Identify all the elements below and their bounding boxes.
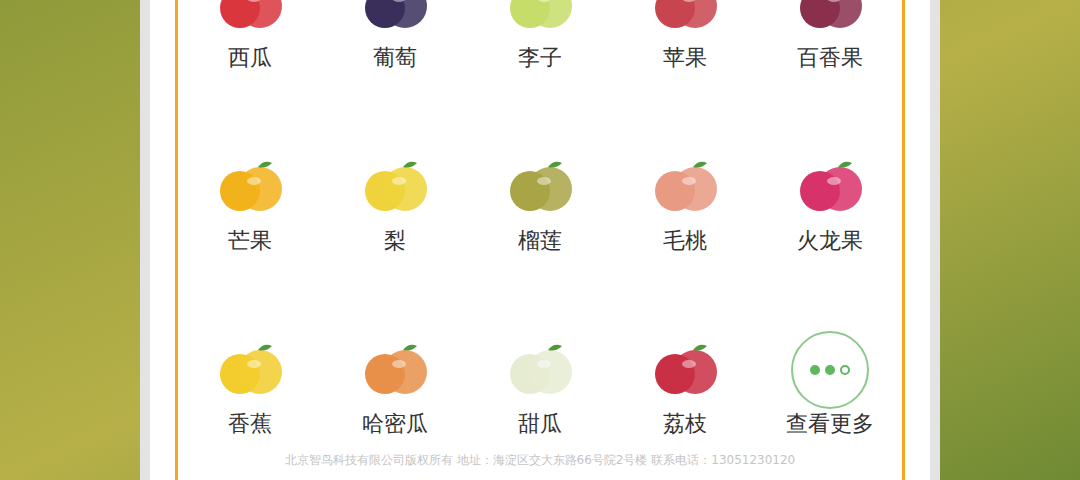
fruit-icon bbox=[357, 0, 433, 34]
fruit-label: 查看更多 bbox=[786, 410, 874, 438]
fruit-icon bbox=[357, 340, 433, 400]
fruit-item[interactable]: 哈密瓜 bbox=[323, 340, 468, 438]
fruit-label: 榴莲 bbox=[518, 227, 562, 255]
fruit-item[interactable]: 香蕉 bbox=[178, 340, 323, 438]
fruit-grid: 西瓜 葡萄 李子 苹果 百香果芒果 梨 榴莲 毛桃 火龙果香蕉 哈密瓜 甜瓜 荔枝 查看更多 bbox=[178, 0, 902, 438]
fruit-label: 苹果 bbox=[663, 44, 707, 72]
fruit-item[interactable]: 百香果 bbox=[757, 0, 902, 72]
fruit-label: 葡萄 bbox=[373, 44, 417, 72]
fruit-icon bbox=[647, 340, 723, 400]
fruit-label: 梨 bbox=[384, 227, 406, 255]
fruit-icon bbox=[502, 340, 578, 400]
fruit-item[interactable]: 李子 bbox=[468, 0, 613, 72]
fruit-item[interactable]: 苹果 bbox=[612, 0, 757, 72]
fruit-icon bbox=[357, 157, 433, 217]
fruit-icon bbox=[647, 157, 723, 217]
fruit-label: 哈密瓜 bbox=[362, 410, 428, 438]
fruit-item[interactable]: 火龙果 bbox=[757, 157, 902, 255]
fruit-label: 西瓜 bbox=[228, 44, 272, 72]
phone-frame: 西瓜 葡萄 李子 苹果 百香果芒果 梨 榴莲 毛桃 火龙果香蕉 哈密瓜 甜瓜 荔枝 查看更多北京智鸟科技… bbox=[140, 0, 940, 480]
fruit-label: 火龙果 bbox=[797, 227, 863, 255]
more-item[interactable]: 查看更多 bbox=[757, 340, 902, 438]
category-panel: 西瓜 葡萄 李子 苹果 百香果芒果 梨 榴莲 毛桃 火龙果香蕉 哈密瓜 甜瓜 荔枝 查看更多北京智鸟科技… bbox=[175, 0, 905, 480]
fruit-label: 荔枝 bbox=[663, 410, 707, 438]
fruit-item[interactable]: 芒果 bbox=[178, 157, 323, 255]
fruit-label: 毛桃 bbox=[663, 227, 707, 255]
fruit-label: 李子 bbox=[518, 44, 562, 72]
fruit-label: 百香果 bbox=[797, 44, 863, 72]
more-icon bbox=[791, 331, 869, 409]
fruit-icon bbox=[212, 157, 288, 217]
fruit-item[interactable]: 梨 bbox=[323, 157, 468, 255]
fruit-icon bbox=[792, 0, 868, 34]
fruit-icon bbox=[212, 0, 288, 34]
fruit-item[interactable]: 毛桃 bbox=[612, 157, 757, 255]
fruit-item[interactable]: 葡萄 bbox=[323, 0, 468, 72]
fruit-item[interactable]: 荔枝 bbox=[612, 340, 757, 438]
fruit-label: 香蕉 bbox=[228, 410, 272, 438]
fruit-item[interactable]: 西瓜 bbox=[178, 0, 323, 72]
fruit-label: 芒果 bbox=[228, 227, 272, 255]
page: 西瓜 葡萄 李子 苹果 百香果芒果 梨 榴莲 毛桃 火龙果香蕉 哈密瓜 甜瓜 荔枝 查看更多北京智鸟科技… bbox=[0, 0, 1080, 480]
fruit-label: 甜瓜 bbox=[518, 410, 562, 438]
fruit-icon bbox=[792, 157, 868, 217]
fruit-icon bbox=[502, 0, 578, 34]
fruit-icon bbox=[502, 157, 578, 217]
fruit-icon bbox=[647, 0, 723, 34]
fruit-item[interactable]: 甜瓜 bbox=[468, 340, 613, 438]
fruit-icon bbox=[212, 340, 288, 400]
footer-copyright: 北京智鸟科技有限公司版权所有 地址：海淀区交大东路66号院2号楼 联系电话：13… bbox=[178, 452, 902, 468]
fruit-item[interactable]: 榴莲 bbox=[468, 157, 613, 255]
